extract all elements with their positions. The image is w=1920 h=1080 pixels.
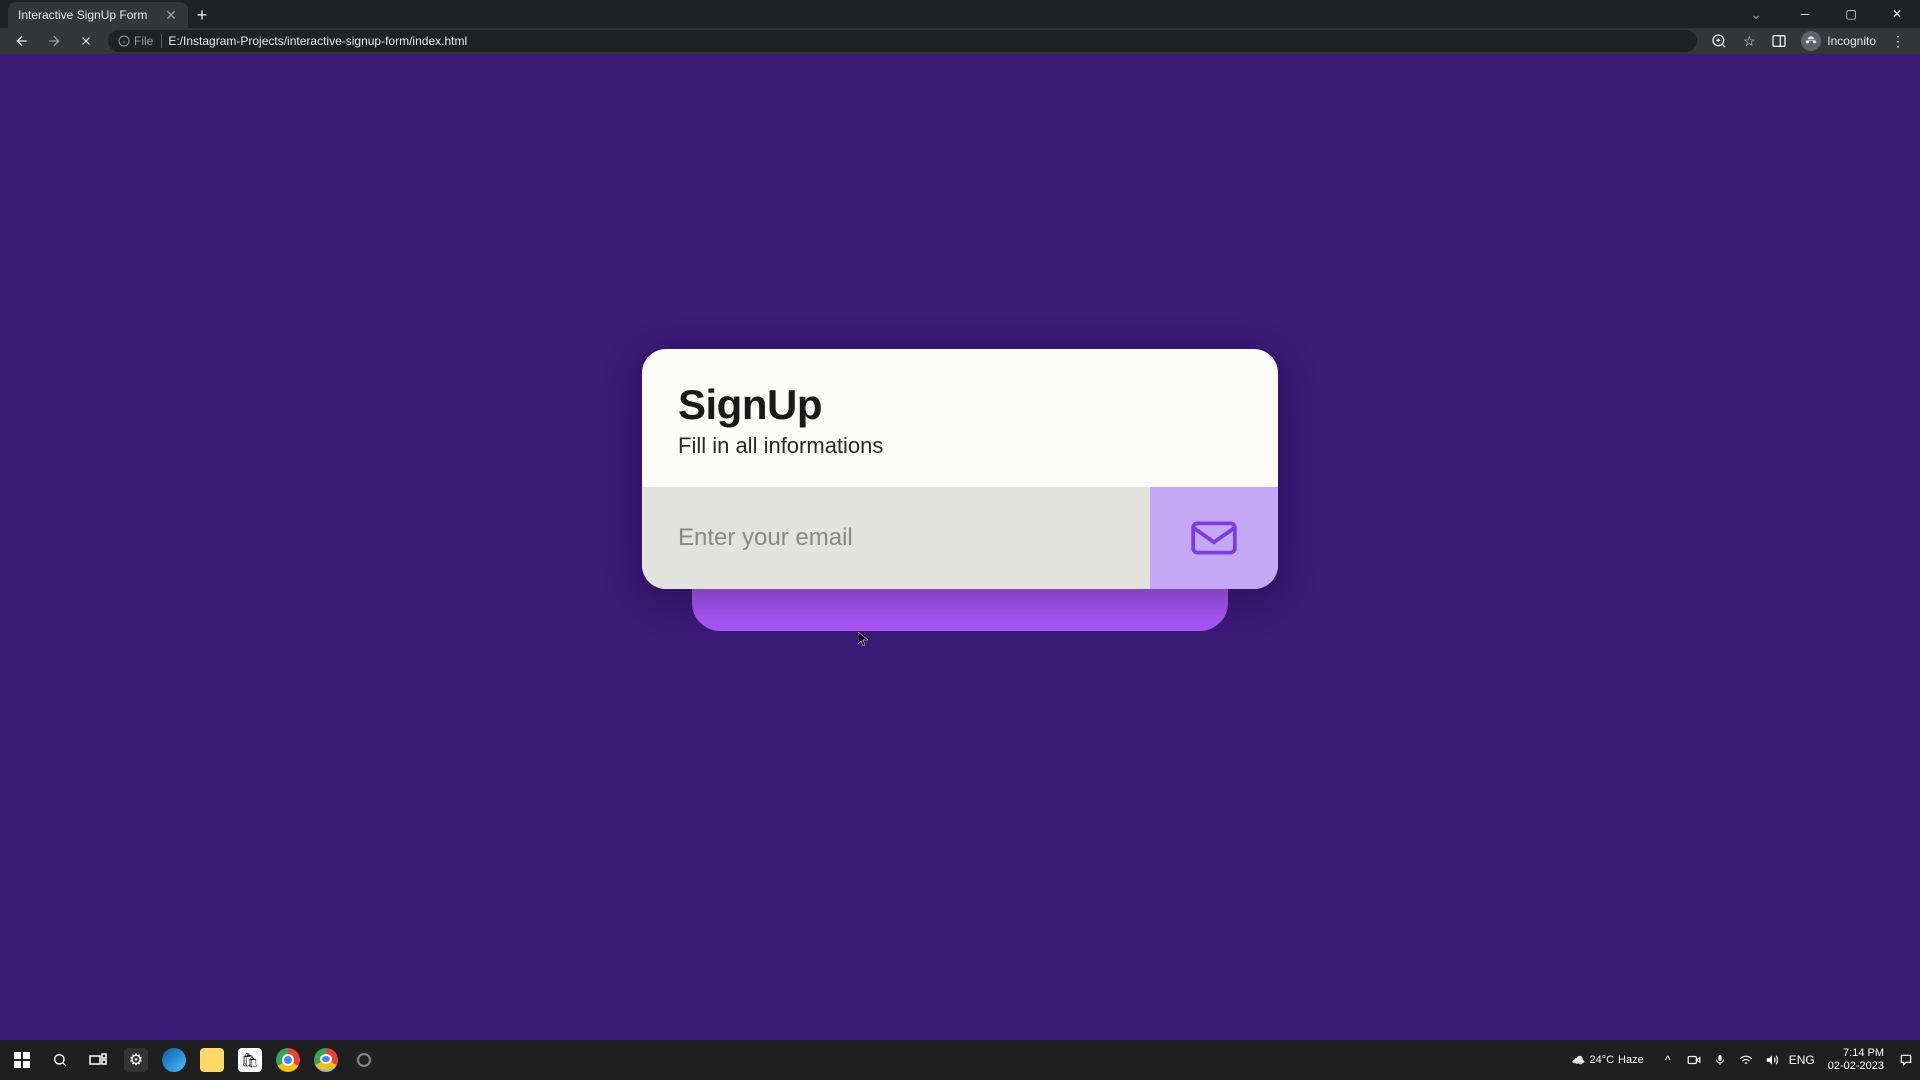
- page-viewport: SignUp Fill in all informations: [0, 54, 1920, 1040]
- input-row: [642, 487, 1278, 589]
- maximize-button[interactable]: ▢: [1828, 0, 1874, 28]
- address-info-icon: File: [118, 34, 162, 48]
- tab-bar: Interactive SignUp Form ✕ + ⌄ ─ ▢ ✕: [0, 0, 1920, 28]
- signup-wrap: SignUp Fill in all informations: [642, 349, 1278, 589]
- incognito-icon: [1801, 31, 1821, 51]
- language-indicator[interactable]: ENG: [1788, 1053, 1816, 1067]
- signup-title: SignUp: [678, 381, 1242, 429]
- address-url: E:/Instagram-Projects/interactive-signup…: [168, 34, 467, 48]
- minimize-button[interactable]: ─: [1782, 0, 1828, 28]
- zoom-icon[interactable]: [1705, 29, 1733, 53]
- toolbar-right: ☆ Incognito ⋮: [1705, 29, 1912, 53]
- edge-app[interactable]: [156, 1042, 192, 1078]
- task-view-button[interactable]: [80, 1042, 116, 1078]
- cursor-icon: [858, 632, 870, 651]
- stop-button[interactable]: [72, 29, 100, 53]
- wifi-icon[interactable]: [1736, 1054, 1756, 1066]
- menu-icon[interactable]: ⋮: [1884, 29, 1912, 53]
- obs-app[interactable]: [346, 1042, 382, 1078]
- explorer-app[interactable]: [194, 1042, 230, 1078]
- address-bar[interactable]: File E:/Instagram-Projects/interactive-s…: [108, 30, 1697, 52]
- clock[interactable]: 7:14 PM 02-02-2023: [1828, 1047, 1884, 1073]
- new-tab-button[interactable]: +: [188, 2, 216, 28]
- clock-date: 02-02-2023: [1828, 1060, 1884, 1073]
- volume-icon[interactable]: [1762, 1053, 1782, 1067]
- taskbar: ⚙ 🛍 ☁️ 24°C Haze ^ ENG 7:14 PM 02-02-202…: [0, 1040, 1920, 1080]
- side-panel-icon[interactable]: [1765, 29, 1793, 53]
- envelope-icon: [1189, 513, 1239, 563]
- weather-icon: ☁️: [1572, 1054, 1586, 1067]
- tab-title: Interactive SignUp Form: [18, 8, 147, 22]
- tray-chevron-icon[interactable]: ^: [1658, 1053, 1678, 1067]
- meet-now-icon[interactable]: [1684, 1053, 1704, 1067]
- incognito-badge[interactable]: Incognito: [1795, 31, 1882, 51]
- start-button[interactable]: [4, 1042, 40, 1078]
- taskbar-left: ⚙ 🛍: [4, 1042, 382, 1078]
- taskbar-right: ☁️ 24°C Haze ^ ENG 7:14 PM 02-02-2023: [1572, 1047, 1916, 1073]
- settings-app[interactable]: ⚙: [118, 1042, 154, 1078]
- search-button[interactable]: [42, 1042, 78, 1078]
- email-field[interactable]: [642, 487, 1150, 589]
- store-app[interactable]: 🛍: [232, 1042, 268, 1078]
- chevron-down-icon[interactable]: ⌄: [1750, 6, 1762, 23]
- browser-chrome: Interactive SignUp Form ✕ + ⌄ ─ ▢ ✕ File…: [0, 0, 1920, 54]
- browser-tab[interactable]: Interactive SignUp Form ✕: [8, 2, 188, 28]
- signup-card: SignUp Fill in all informations: [642, 349, 1278, 589]
- window-controls: ⌄ ─ ▢ ✕: [1750, 0, 1920, 28]
- clock-time: 7:14 PM: [1843, 1047, 1884, 1060]
- mic-icon[interactable]: [1710, 1053, 1730, 1067]
- weather-temp: 24°C: [1589, 1054, 1614, 1066]
- weather-widget[interactable]: ☁️ 24°C Haze: [1572, 1054, 1644, 1067]
- close-window-button[interactable]: ✕: [1874, 0, 1920, 28]
- chrome-app[interactable]: [270, 1042, 306, 1078]
- chrome-incognito-app[interactable]: [308, 1042, 344, 1078]
- forward-button[interactable]: [40, 29, 68, 53]
- weather-condition: Haze: [1618, 1054, 1644, 1066]
- back-button[interactable]: [8, 29, 36, 53]
- notifications-icon[interactable]: [1896, 1053, 1916, 1067]
- close-icon[interactable]: ✕: [164, 8, 178, 22]
- card-header: SignUp Fill in all informations: [642, 349, 1278, 487]
- star-icon[interactable]: ☆: [1735, 29, 1763, 53]
- submit-button[interactable]: [1150, 487, 1278, 589]
- signup-subtitle: Fill in all informations: [678, 433, 1242, 459]
- browser-toolbar: File E:/Instagram-Projects/interactive-s…: [0, 28, 1920, 54]
